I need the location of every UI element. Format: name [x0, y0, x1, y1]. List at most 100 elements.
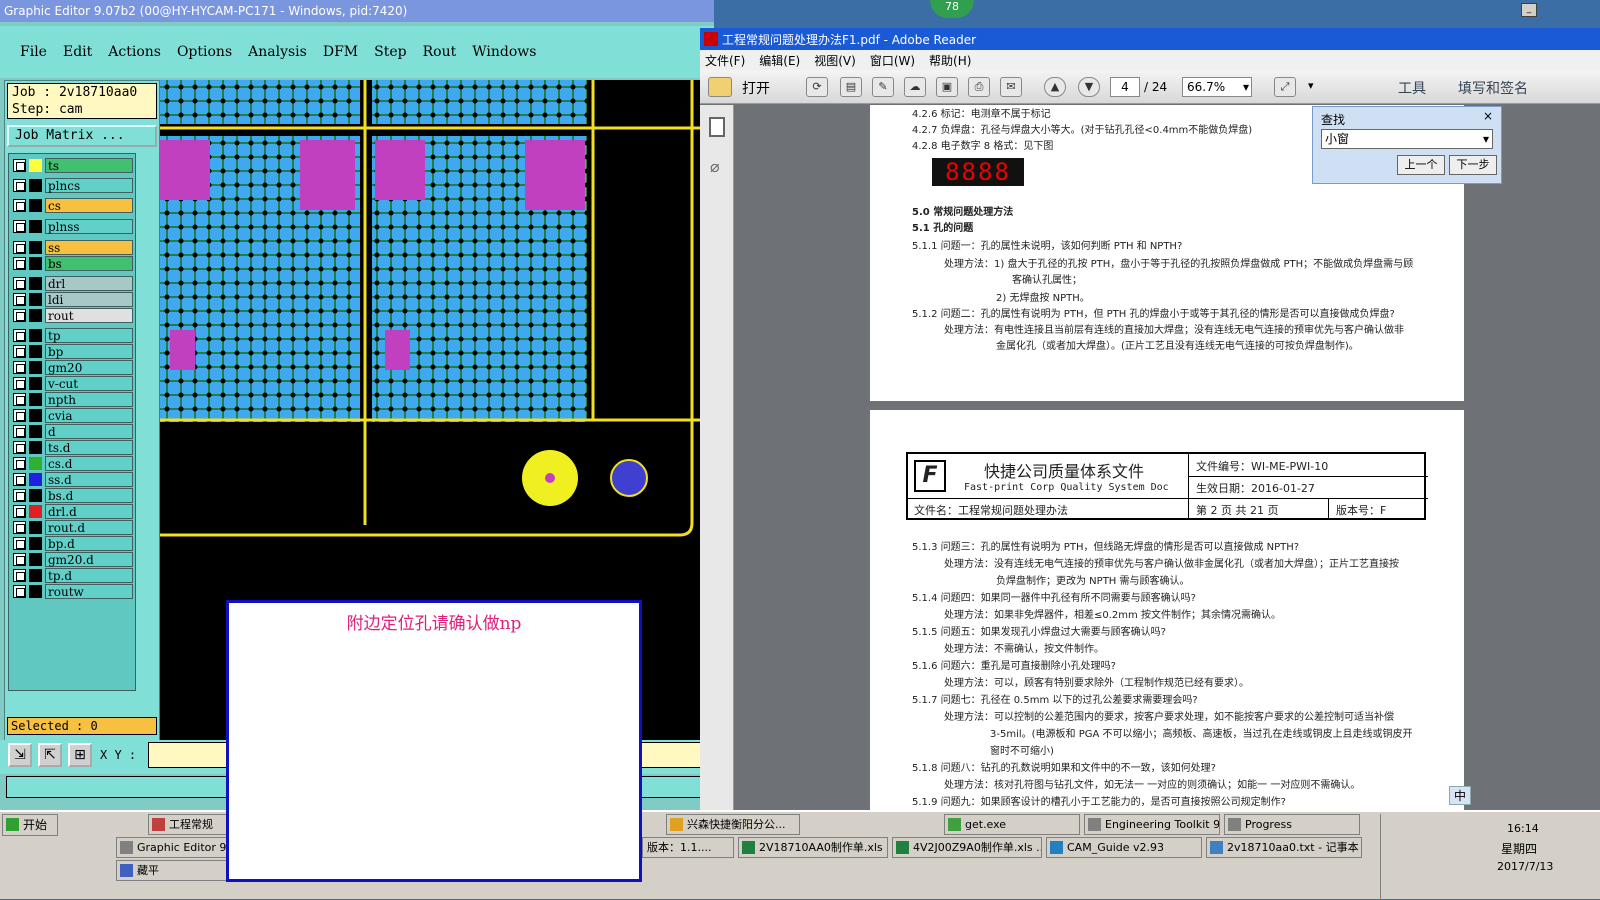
prev-page-icon[interactable]: ▲ [1044, 77, 1066, 97]
menu-step[interactable]: Step [374, 44, 406, 60]
print-icon[interactable]: ⎙ [968, 77, 990, 97]
find-next-button[interactable]: 下一步 [1449, 155, 1497, 175]
menu-file-cn[interactable]: 文件(F) [705, 52, 745, 69]
find-input[interactable]: 小窗 ▾ [1321, 129, 1493, 149]
menu-edit-cn[interactable]: 编辑(E) [759, 52, 800, 69]
menu-options[interactable]: Options [177, 44, 232, 60]
layer-row-bs.d[interactable]: bs.d [13, 488, 133, 503]
start-button[interactable]: 开始 [2, 814, 58, 836]
menu-windows[interactable]: Windows [472, 44, 536, 60]
layer-checkbox[interactable] [13, 293, 26, 306]
layer-row-drl.d[interactable]: drl.d [13, 504, 133, 519]
task-version[interactable]: 版本：1.1.... [642, 837, 734, 858]
zoom-in-icon[interactable]: ⇲ [8, 743, 32, 767]
layer-checkbox[interactable] [13, 585, 26, 598]
task-excel-2[interactable]: 4V2J00Z9A0制作单.xls ... [892, 837, 1042, 858]
layer-checkbox[interactable] [13, 457, 26, 470]
menu-view-cn[interactable]: 视图(V) [814, 52, 856, 69]
layer-row-cs.d[interactable]: cs.d [13, 456, 133, 471]
layer-checkbox[interactable] [13, 537, 26, 550]
task-progress[interactable]: Progress [1224, 814, 1360, 835]
layer-row-bp.d[interactable]: bp.d [13, 536, 133, 551]
layer-checkbox[interactable] [13, 220, 26, 233]
layer-row-bs[interactable]: bs [13, 256, 133, 271]
minimize-button[interactable]: _ [1521, 3, 1537, 17]
menu-edit[interactable]: Edit [63, 44, 92, 60]
menu-file[interactable]: File [20, 44, 47, 60]
fit-page-icon[interactable]: ⤢ [1274, 77, 1296, 97]
task-pdf[interactable]: 工程常规 [148, 814, 228, 835]
menu-help-cn[interactable]: 帮助(H) [929, 52, 971, 69]
task-graphic-editor[interactable]: Graphic Editor 9.07 [116, 837, 228, 858]
page-number-input[interactable]: 4 [1110, 77, 1140, 97]
layer-row-bp[interactable]: bp [13, 344, 133, 359]
layer-checkbox[interactable] [13, 489, 26, 502]
save-icon[interactable]: ▣ [936, 77, 958, 97]
convert-icon[interactable]: ⟳ [806, 77, 828, 97]
menu-analysis[interactable]: Analysis [248, 44, 307, 60]
task-get[interactable]: get.exe [944, 814, 1080, 835]
layer-checkbox[interactable] [13, 409, 26, 422]
layer-row-rout[interactable]: rout [13, 308, 133, 323]
grid-icon[interactable]: ⊞ [68, 743, 92, 767]
layer-checkbox[interactable] [13, 553, 26, 566]
layer-row-plncs[interactable]: plncs [13, 178, 133, 193]
layer-row-rout.d[interactable]: rout.d [13, 520, 133, 535]
layer-row-drl[interactable]: drl [13, 276, 133, 291]
zoom-out-icon[interactable]: ⇱ [38, 743, 62, 767]
toolbar-overflow-icon[interactable]: ▾ [1308, 79, 1314, 92]
find-prev-button[interactable]: 上一个 [1397, 155, 1445, 175]
layer-row-cvia[interactable]: cvia [13, 408, 133, 423]
open-button[interactable]: 打开 [742, 78, 770, 98]
layer-checkbox[interactable] [13, 377, 26, 390]
next-page-icon[interactable]: ▼ [1078, 77, 1100, 97]
attachment-icon[interactable]: ⌀ [710, 157, 720, 176]
ime-indicator[interactable]: 中 [1449, 786, 1472, 805]
create-pdf-icon[interactable]: ▤ [840, 77, 862, 97]
pages-icon[interactable] [709, 117, 725, 137]
layer-checkbox[interactable] [13, 159, 26, 172]
layer-checkbox[interactable] [13, 179, 26, 192]
layer-row-ts[interactable]: ts [13, 158, 133, 173]
layer-row-tp[interactable]: tp [13, 328, 133, 343]
tools-button[interactable]: 工具 [1398, 78, 1426, 98]
layer-row-plnss[interactable]: plnss [13, 219, 133, 234]
layer-row-d[interactable]: d [13, 424, 133, 439]
task-excel-1[interactable]: 2V18710AA0制作单.xls ... [738, 837, 888, 858]
task-notepad[interactable]: 2v18710aa0.txt - 记事本 [1206, 837, 1362, 858]
layer-row-ss[interactable]: ss [13, 240, 133, 255]
edit-icon[interactable]: ✎ [872, 77, 894, 97]
layer-row-tp.d[interactable]: tp.d [13, 568, 133, 583]
upload-icon[interactable]: ☁ [904, 77, 926, 97]
layer-checkbox[interactable] [13, 393, 26, 406]
layer-row-ss.d[interactable]: ss.d [13, 472, 133, 487]
layer-checkbox[interactable] [13, 425, 26, 438]
email-icon[interactable]: ✉ [1000, 77, 1022, 97]
task-cam-guide[interactable]: CAM_Guide v2.93 [1046, 837, 1202, 858]
menu-dfm[interactable]: DFM [323, 44, 358, 60]
layer-row-npth[interactable]: npth [13, 392, 133, 407]
layer-checkbox[interactable] [13, 345, 26, 358]
task-toolkit[interactable]: Engineering Toolkit 9... [1084, 814, 1220, 835]
layer-checkbox[interactable] [13, 277, 26, 290]
layer-checkbox[interactable] [13, 361, 26, 374]
menu-window-cn[interactable]: 窗口(W) [870, 52, 915, 69]
job-matrix-button[interactable]: Job Matrix ... [7, 125, 157, 147]
notification-badge[interactable]: 78 [930, 0, 974, 18]
layer-row-ldi[interactable]: ldi [13, 292, 133, 307]
menu-rout[interactable]: Rout [423, 44, 457, 60]
layer-checkbox[interactable] [13, 199, 26, 212]
task-browser[interactable]: 兴森快捷衡阳分公... [666, 814, 800, 835]
menu-actions[interactable]: Actions [108, 44, 161, 60]
layer-checkbox[interactable] [13, 309, 26, 322]
layer-row-cs[interactable]: cs [13, 198, 133, 213]
layer-row-gm20[interactable]: gm20 [13, 360, 133, 375]
layer-row-v-cut[interactable]: v-cut [13, 376, 133, 391]
layer-checkbox[interactable] [13, 241, 26, 254]
close-icon[interactable]: × [1483, 109, 1493, 123]
layer-checkbox[interactable] [13, 569, 26, 582]
zoom-select[interactable]: 66.7% ▾ [1182, 77, 1252, 97]
layer-checkbox[interactable] [13, 441, 26, 454]
layer-checkbox[interactable] [13, 257, 26, 270]
task-misc[interactable]: 藏平 [116, 860, 228, 881]
